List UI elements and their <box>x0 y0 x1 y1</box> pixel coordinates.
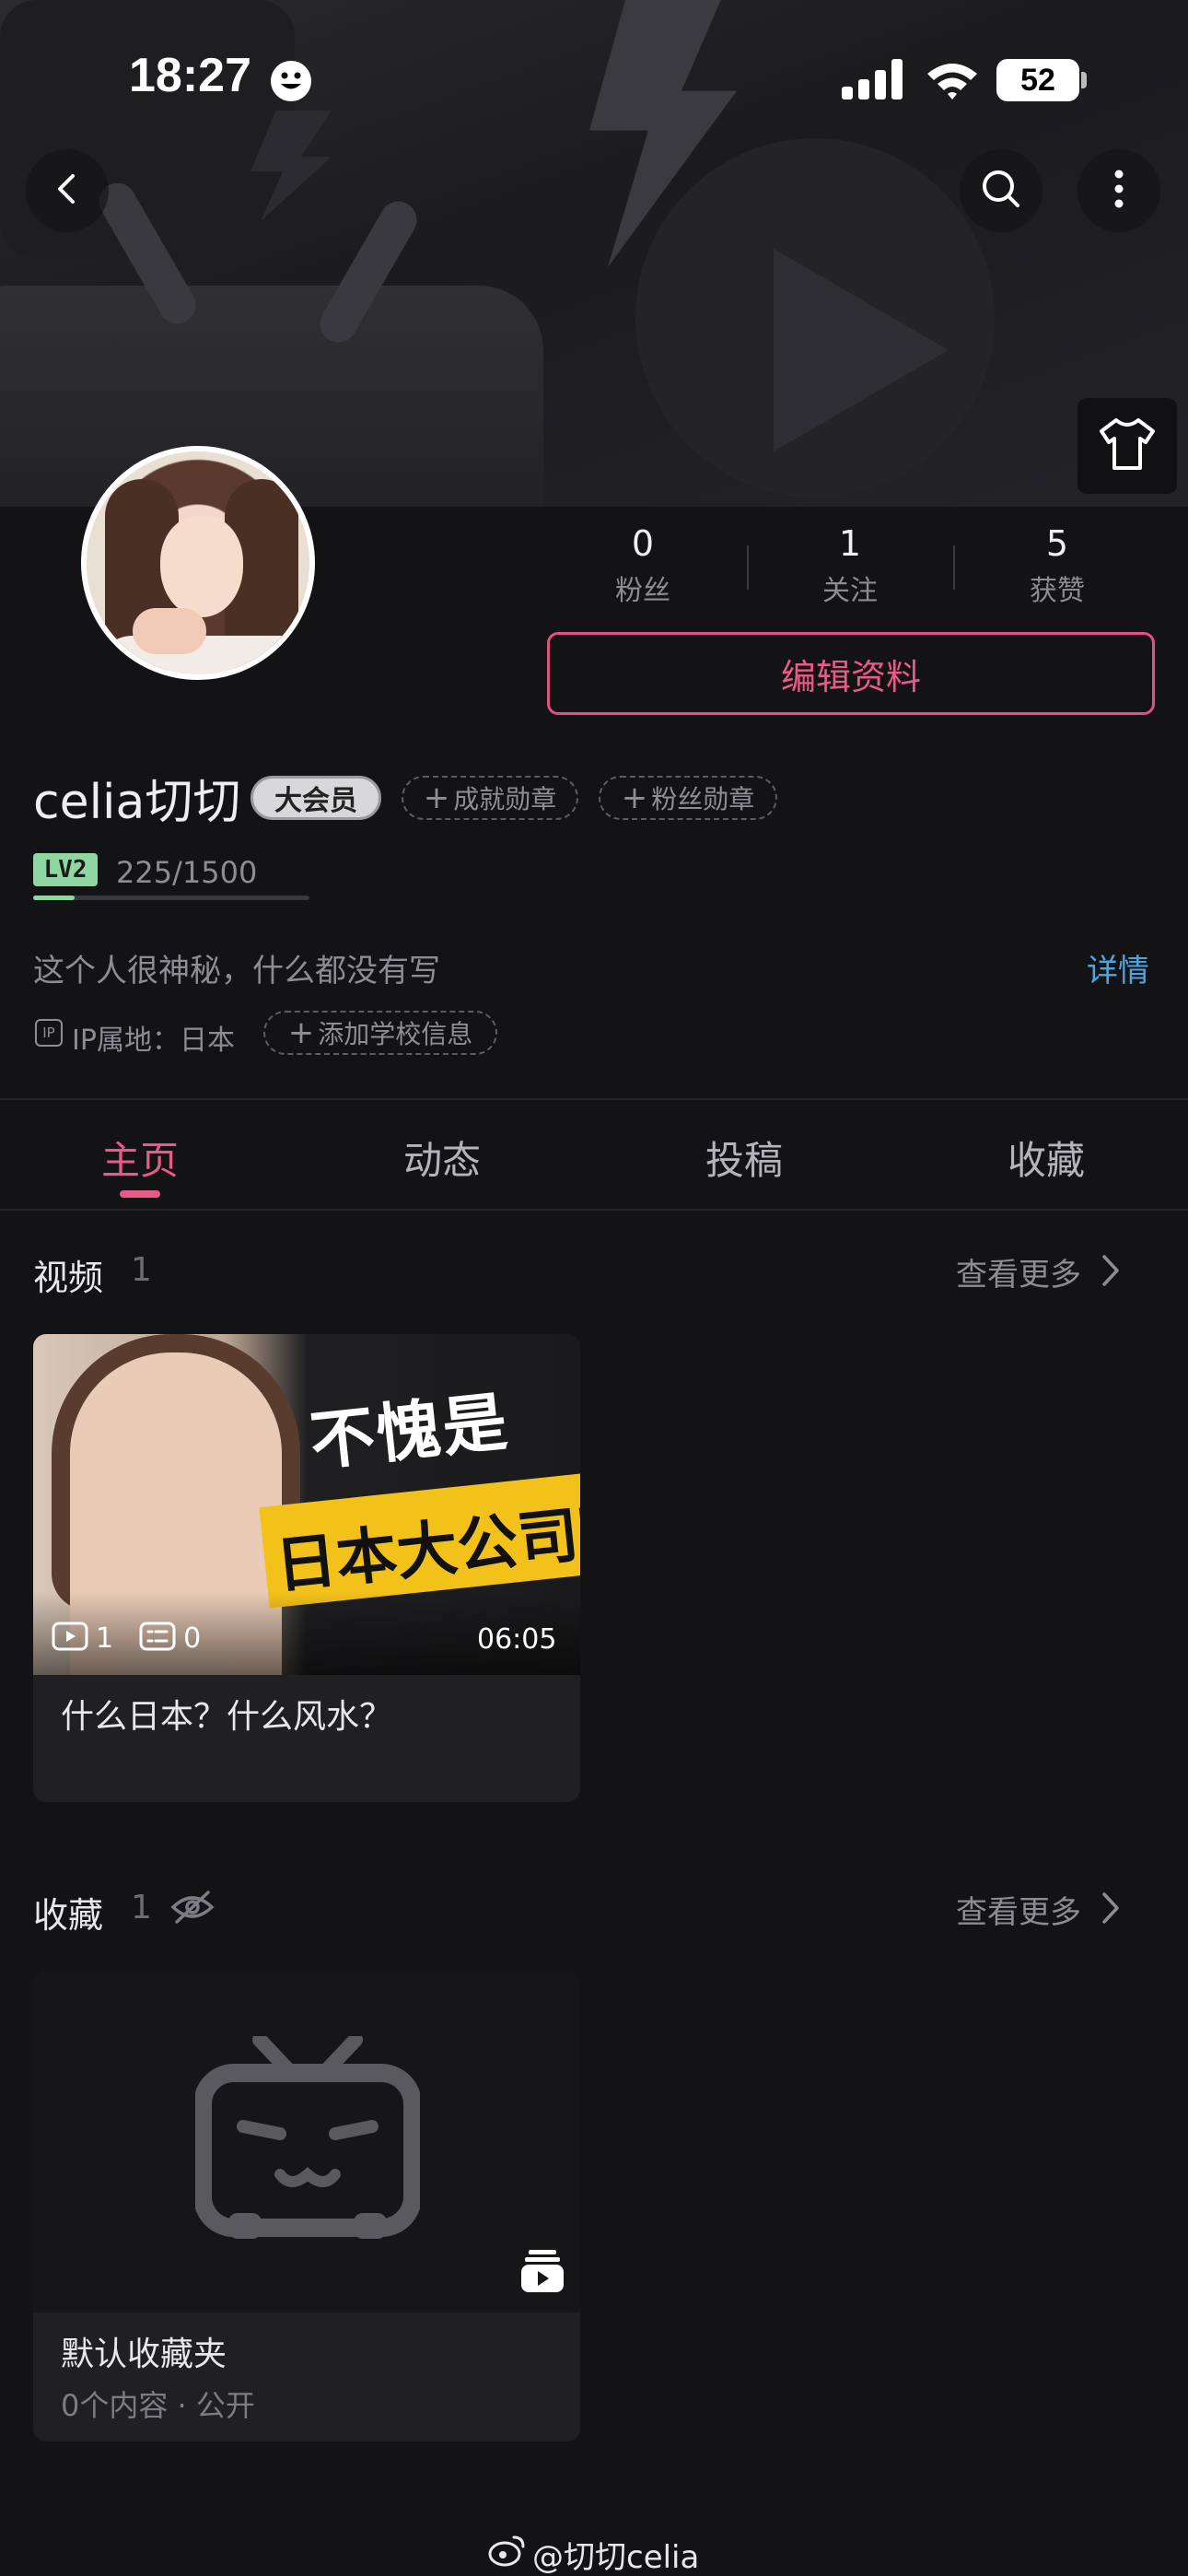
tab-submissions[interactable]: 投稿 <box>652 1130 836 1186</box>
battery-indicator: 52 <box>996 59 1079 101</box>
stat-divider <box>953 545 955 590</box>
add-school-chip[interactable]: + 添加学校信息 <box>263 1011 497 1055</box>
stat-likes[interactable]: 5 获赞 <box>974 523 1140 608</box>
playlist-icon <box>519 2248 565 2298</box>
stat-label: 关注 <box>822 575 878 607</box>
comment-count: 0 <box>183 1622 202 1655</box>
hidden-eye-icon[interactable] <box>169 1889 215 1929</box>
section-divider <box>0 1098 1188 1100</box>
folder-title: 默认收藏夹 <box>61 2336 227 2373</box>
back-button[interactable] <box>26 149 109 232</box>
level-progress-track <box>33 896 309 900</box>
stat-fans[interactable]: 0 粉丝 <box>560 523 726 608</box>
video-duration: 06:05 <box>477 1623 557 1656</box>
play-count-icon <box>52 1622 88 1655</box>
watermark: @切切celia <box>488 2532 699 2576</box>
stat-label: 粉丝 <box>615 575 670 607</box>
plus-icon: + <box>423 779 450 816</box>
banner-play-icon <box>774 249 949 451</box>
see-more-label: 查看更多 <box>956 1894 1081 1931</box>
weibo-icon <box>488 2534 527 2575</box>
level-progress-text: 225/1500 <box>116 855 258 890</box>
thumb-headline-top: 不愧是 <box>306 1383 513 1481</box>
videos-see-more[interactable]: 查看更多 <box>956 1249 1120 1294</box>
tshirt-icon <box>1098 416 1157 475</box>
search-icon <box>979 167 1023 215</box>
status-time: 18:27 <box>129 49 251 102</box>
username: celia切切 <box>33 775 241 830</box>
stat-following[interactable]: 1 关注 <box>767 523 933 608</box>
chip-label: 添加学校信息 <box>318 1019 473 1049</box>
vip-badge[interactable]: 大会员 <box>250 776 381 820</box>
videos-count: 1 <box>131 1251 152 1289</box>
bilibili-tv-icon <box>193 2032 422 2250</box>
ip-location: IP属地：日本 <box>72 1025 235 1057</box>
video-title: 什么日本？什么风水？ <box>61 1698 393 1736</box>
favorites-see-more[interactable]: 查看更多 <box>956 1887 1120 1932</box>
plus-icon: + <box>621 779 648 816</box>
chip-label: 成就勋章 <box>453 784 557 814</box>
edit-profile-button[interactable]: 编辑资料 <box>547 632 1155 715</box>
folder-subtitle: 0个内容 · 公开 <box>61 2388 255 2423</box>
tab-active-indicator <box>120 1190 160 1198</box>
video-card[interactable]: 不愧是 日本大公司啊 1 0 06:05 什么日本？什么风水？ <box>33 1334 580 1802</box>
battery-cap <box>1081 72 1087 88</box>
comment-count-icon <box>139 1622 176 1655</box>
videos-section-title: 视频 <box>33 1258 104 1298</box>
stat-value: 0 <box>631 523 655 564</box>
stat-value: 5 <box>1045 523 1069 564</box>
level-progress-fill <box>33 896 75 900</box>
avatar[interactable] <box>81 446 315 680</box>
level-badge: LV2 <box>33 853 98 886</box>
detail-link[interactable]: 详情 <box>1087 945 1149 990</box>
stat-value: 1 <box>838 523 862 564</box>
tab-dynamics[interactable]: 动态 <box>350 1130 534 1186</box>
dress-up-button[interactable] <box>1077 398 1177 494</box>
stat-divider <box>747 545 749 590</box>
chevron-left-icon <box>49 170 86 211</box>
play-count: 1 <box>96 1622 114 1655</box>
tabs-divider <box>0 1209 1188 1211</box>
tab-favorites[interactable]: 收藏 <box>954 1130 1138 1186</box>
wifi-icon <box>925 59 980 101</box>
favorites-count: 1 <box>131 1889 152 1926</box>
folder-thumbnail <box>33 1972 580 2313</box>
favorites-section-title: 收藏 <box>33 1895 104 1936</box>
achievement-medal-chip[interactable]: + 成就勋章 <box>402 776 578 820</box>
tab-home[interactable]: 主页 <box>48 1130 232 1186</box>
status-face-icon <box>271 61 311 101</box>
plus-icon: + <box>287 1014 315 1051</box>
favorite-folder-card[interactable]: 默认收藏夹 0个内容 · 公开 <box>33 1972 580 2441</box>
chevron-right-icon <box>1101 1254 1120 1291</box>
stat-label: 获赞 <box>1030 575 1085 607</box>
cellular-signal-icon <box>842 59 906 100</box>
chevron-right-icon <box>1101 1891 1120 1928</box>
bio-text: 这个人很神秘，什么都没有写 <box>33 953 440 989</box>
fan-medal-chip[interactable]: + 粉丝勋章 <box>599 776 777 820</box>
more-button[interactable] <box>1077 149 1160 232</box>
more-vertical-icon <box>1113 169 1124 213</box>
chip-label: 粉丝勋章 <box>651 784 755 814</box>
see-more-label: 查看更多 <box>956 1257 1081 1294</box>
search-button[interactable] <box>960 149 1042 232</box>
ip-icon: IP <box>35 1019 63 1047</box>
video-thumbnail: 不愧是 日本大公司啊 1 0 06:05 <box>33 1334 580 1675</box>
watermark-text: @切切celia <box>532 2539 700 2576</box>
video-stats: 1 0 <box>52 1622 201 1655</box>
